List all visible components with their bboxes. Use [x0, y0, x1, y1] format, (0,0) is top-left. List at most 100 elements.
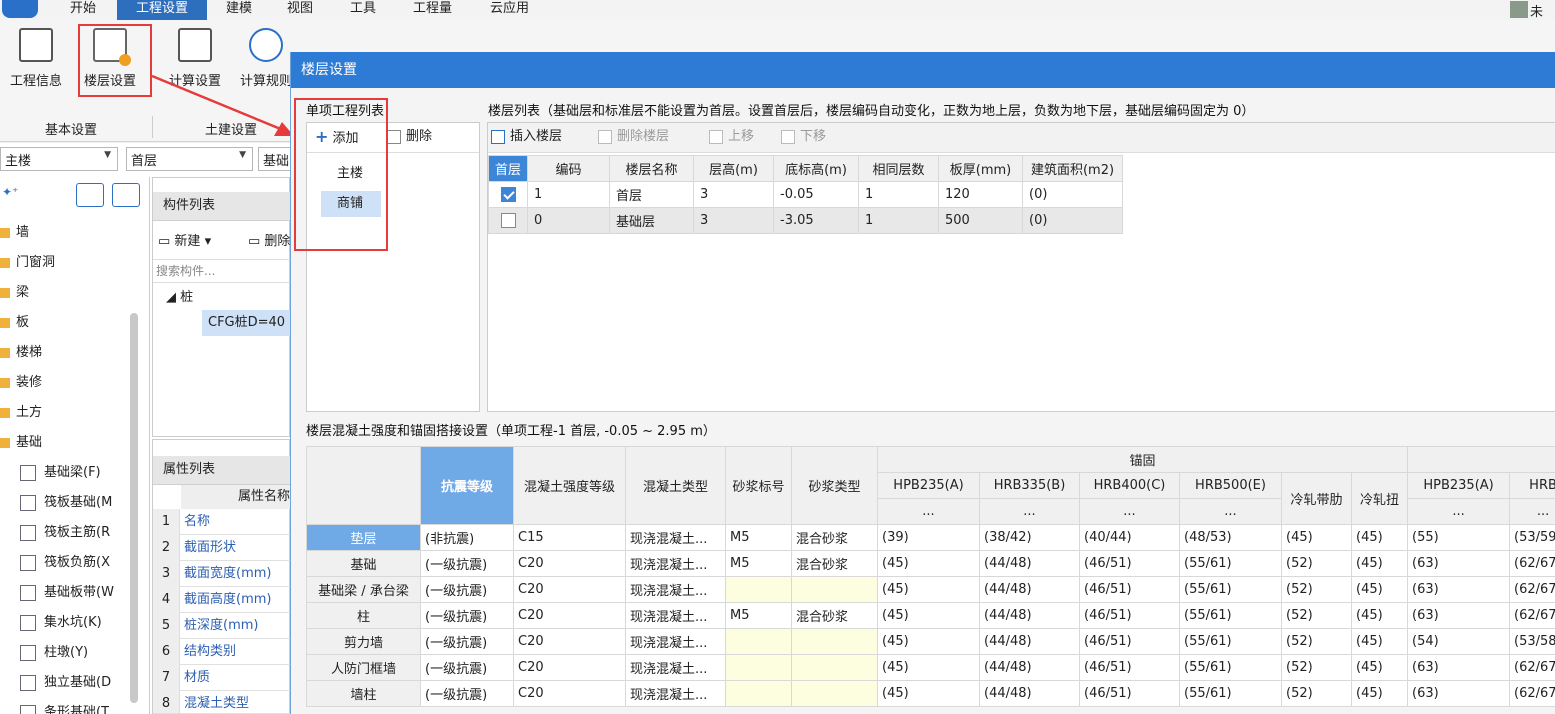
concrete-cell[interactable]: (一级抗震) — [420, 576, 514, 603]
concrete-cell[interactable]: (55/61) — [1179, 628, 1282, 655]
raft-foundation-item[interactable]: 筏板基础(M — [20, 488, 112, 518]
tree-stairs[interactable]: 楼梯 — [0, 338, 150, 368]
concrete-cell[interactable]: (46/51) — [1079, 550, 1180, 577]
concrete-cell[interactable]: C20 — [513, 576, 626, 603]
property-row[interactable]: 4 截面高度(mm) — [153, 587, 290, 613]
floor-same[interactable]: 1 — [858, 207, 940, 234]
strip-foundation-item[interactable]: 条形基础(T — [20, 698, 109, 714]
concrete-cell[interactable]: (46/51) — [1079, 654, 1180, 681]
concrete-cell[interactable]: (46/51) — [1079, 628, 1180, 655]
concrete-cell[interactable]: 现浇混凝土... — [625, 602, 726, 629]
first-floor-checkbox[interactable] — [487, 181, 529, 208]
concrete-cell[interactable] — [791, 576, 878, 603]
tree-door-window[interactable]: 门窗洞 — [0, 248, 150, 278]
concrete-cell[interactable]: (46/51) — [1079, 680, 1180, 707]
floor-height[interactable]: 3 — [693, 181, 775, 208]
concrete-cell[interactable]: C20 — [513, 602, 626, 629]
concrete-cell[interactable]: (一级抗震) — [420, 654, 514, 681]
foundation-strip-item[interactable]: 基础板带(W — [20, 578, 114, 608]
concrete-cell[interactable]: (55/61) — [1179, 576, 1282, 603]
concrete-cell[interactable] — [725, 654, 792, 681]
concrete-cell[interactable]: 混合砂浆 — [791, 602, 878, 629]
concrete-cell[interactable]: 混合砂浆 — [791, 524, 878, 551]
concrete-row[interactable]: 柱 (一级抗震) C20 现浇混凝土... M5 混合砂浆 (45) (44/48) (46/5… — [306, 602, 1555, 629]
tab-view[interactable]: 视图 — [287, 0, 321, 20]
concrete-cell[interactable]: (44/48) — [979, 654, 1080, 681]
tab-modeling[interactable]: 建模 — [226, 0, 260, 20]
raft-main-rebar-item[interactable]: 筏板主筋(R — [20, 518, 110, 548]
concrete-cell[interactable]: (45) — [1350, 680, 1409, 707]
project-combo[interactable]: 主楼 ▼ — [0, 147, 118, 171]
concrete-cell[interactable]: (45) — [877, 680, 980, 707]
concrete-cell[interactable]: (44/48) — [979, 576, 1080, 603]
concrete-cell[interactable]: (45) — [877, 628, 980, 655]
concrete-cell[interactable]: (62/67 — [1509, 550, 1555, 577]
first-floor-checkbox[interactable] — [487, 207, 529, 234]
concrete-cell[interactable]: (46/51) — [1079, 576, 1180, 603]
tab-tools[interactable]: 工具 — [350, 0, 384, 20]
concrete-row[interactable]: 垫层 (非抗震) C15 现浇混凝土... M5 混合砂浆 (39) (38/42) (40/4… — [306, 524, 1555, 551]
concrete-cell[interactable]: (一级抗震) — [420, 602, 514, 629]
concrete-cell[interactable] — [725, 576, 792, 603]
concrete-cell[interactable]: (63) — [1407, 654, 1511, 681]
concrete-cell[interactable]: (62/67 — [1509, 602, 1555, 629]
app-logo-icon[interactable] — [2, 0, 38, 18]
concrete-cell[interactable]: M5 — [725, 524, 792, 551]
new-component-button[interactable]: ▭ 新建 ▾ — [158, 230, 211, 249]
property-row[interactable]: 8 混凝土类型 — [153, 691, 290, 714]
concrete-cell[interactable]: (52) — [1281, 680, 1352, 707]
concrete-cell[interactable]: (55/61) — [1179, 654, 1282, 681]
concrete-cell[interactable]: (38/42) — [979, 524, 1080, 551]
concrete-cell[interactable]: (44/48) — [979, 680, 1080, 707]
star-icon[interactable]: ✦⁺ — [2, 185, 18, 199]
move-up-button[interactable]: 上移 — [709, 126, 754, 148]
concrete-cell[interactable]: (44/48) — [979, 602, 1080, 629]
concrete-cell[interactable]: (54) — [1407, 628, 1511, 655]
concrete-cell[interactable]: (45) — [877, 602, 980, 629]
floor-name[interactable]: 基础层 — [609, 207, 695, 234]
concrete-cell[interactable]: (45) — [877, 550, 980, 577]
concrete-cell[interactable]: 现浇混凝土... — [625, 680, 726, 707]
isolated-foundation-item[interactable]: 独立基础(D — [20, 668, 111, 698]
concrete-cell[interactable]: (一级抗震) — [420, 550, 514, 577]
raft-negative-rebar-item[interactable]: 筏板负筋(X — [20, 548, 110, 578]
concrete-cell[interactable]: (62/67 — [1509, 680, 1555, 707]
concrete-cell[interactable]: (45) — [877, 654, 980, 681]
concrete-cell[interactable] — [725, 680, 792, 707]
concrete-cell[interactable] — [791, 680, 878, 707]
tab-cloud[interactable]: 云应用 — [490, 0, 540, 20]
tree-foundation[interactable]: 基础 — [0, 428, 150, 458]
concrete-cell[interactable]: (55/61) — [1179, 680, 1282, 707]
floor-code[interactable]: 0 — [527, 207, 611, 234]
concrete-cell[interactable] — [791, 654, 878, 681]
concrete-cell[interactable] — [791, 628, 878, 655]
concrete-cell[interactable]: (62/67 — [1509, 654, 1555, 681]
list-view-icon[interactable] — [76, 183, 104, 207]
property-row[interactable]: 3 截面宽度(mm) — [153, 561, 290, 587]
concrete-row[interactable]: 剪力墙 (一级抗震) C20 现浇混凝土... (45) (44/48) (46/51) (5… — [306, 628, 1555, 655]
concrete-cell[interactable]: (63) — [1407, 680, 1511, 707]
floor-bottom[interactable]: -3.05 — [773, 207, 860, 234]
concrete-cell[interactable]: C15 — [513, 524, 626, 551]
tree-slab[interactable]: 板 — [0, 308, 150, 338]
delete-component-button[interactable]: ▭ 删除 — [248, 230, 290, 249]
concrete-row[interactable]: 墙柱 (一级抗震) C20 现浇混凝土... (45) (44/48) (46/51) (55… — [306, 680, 1555, 707]
concrete-cell[interactable]: (48/53) — [1179, 524, 1282, 551]
concrete-cell[interactable]: (63) — [1407, 602, 1511, 629]
floor-code[interactable]: 1 — [527, 181, 611, 208]
concrete-cell[interactable]: C20 — [513, 550, 626, 577]
tab-start[interactable]: 开始 — [70, 0, 104, 20]
concrete-cell[interactable]: (45) — [1350, 550, 1409, 577]
component-item-selected[interactable]: CFG桩D=40 — [202, 310, 290, 336]
concrete-cell[interactable]: (52) — [1281, 628, 1352, 655]
concrete-cell[interactable]: (45) — [1281, 524, 1352, 551]
concrete-cell[interactable]: (52) — [1281, 654, 1352, 681]
tree-decoration[interactable]: 装修 — [0, 368, 150, 398]
concrete-cell[interactable]: (55) — [1407, 524, 1511, 551]
concrete-cell[interactable]: (55/61) — [1179, 550, 1282, 577]
concrete-cell[interactable]: M5 — [725, 602, 792, 629]
concrete-cell[interactable]: (40/44) — [1079, 524, 1180, 551]
concrete-cell[interactable]: (53/59 — [1509, 524, 1555, 551]
property-row[interactable]: 2 截面形状 — [153, 535, 290, 561]
delete-project-button[interactable]: 删除 — [387, 126, 432, 148]
